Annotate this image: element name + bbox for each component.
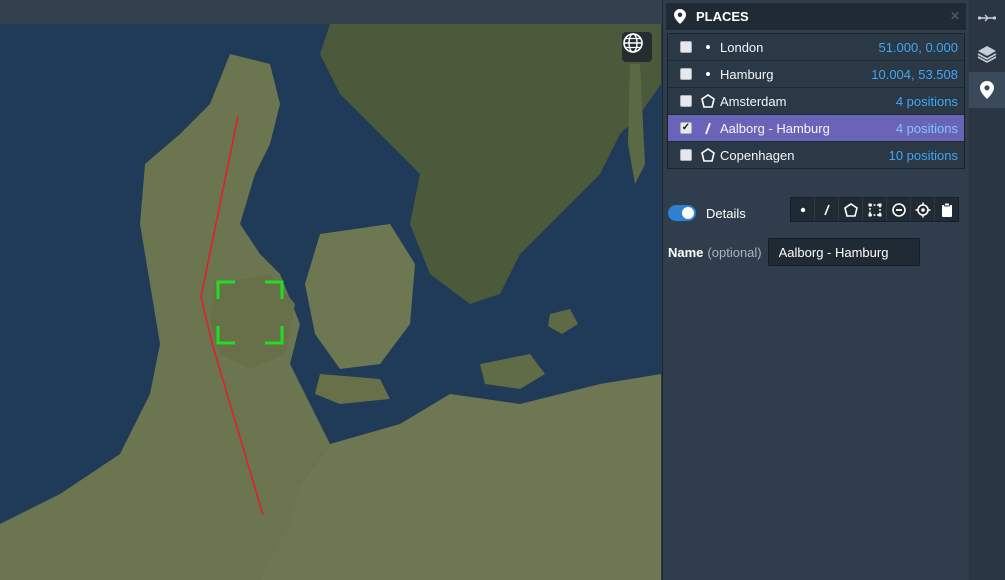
place-name: Aalborg - Hamburg: [720, 120, 830, 136]
close-icon[interactable]: ✕: [950, 9, 960, 23]
line-icon: [700, 120, 716, 136]
place-value: 10.004, 53.508: [871, 66, 958, 82]
place-row-copenhagen[interactable]: Copenhagen 10 positions: [668, 142, 964, 168]
details-label: Details: [706, 205, 746, 221]
panel-header: PLACES ✕: [666, 3, 966, 30]
place-name: Copenhagen: [720, 147, 795, 163]
rectangle-icon: [868, 203, 881, 216]
polygon-icon: [843, 202, 858, 217]
map-pin-icon: [674, 9, 686, 24]
details-toggle[interactable]: [668, 205, 696, 221]
top-strip: [0, 0, 662, 24]
place-row-amsterdam[interactable]: Amsterdam 4 positions: [668, 88, 964, 115]
place-value: 4 positions: [895, 93, 958, 109]
point-icon: [800, 207, 805, 212]
name-optional-hint: (optional): [707, 244, 762, 260]
clipboard-tool-button[interactable]: [935, 198, 958, 221]
route-icon: [977, 14, 997, 22]
locate-tool-button[interactable]: [911, 198, 935, 221]
place-checkbox[interactable]: [680, 68, 692, 80]
places-panel: PLACES ✕ London 51.000, 0.000 Hamburg 10…: [662, 0, 969, 580]
place-name: Hamburg: [720, 66, 774, 82]
place-row-london[interactable]: London 51.000, 0.000: [668, 34, 964, 61]
tab-layers[interactable]: [969, 36, 1005, 72]
tab-places[interactable]: [969, 72, 1005, 108]
place-row-aalborg-hamburg[interactable]: ✓ Aalborg - Hamburg 4 positions: [668, 115, 964, 142]
polygon-icon: [700, 93, 716, 109]
place-value: 51.000, 0.000: [878, 39, 958, 55]
places-list: London 51.000, 0.000 Hamburg 10.004, 53.…: [667, 33, 965, 169]
panel-title: PLACES: [696, 9, 749, 24]
tab-route[interactable]: [969, 0, 1005, 36]
rectangle-tool-button[interactable]: [863, 198, 887, 221]
satellite-map[interactable]: [0, 24, 661, 580]
place-name: Amsterdam: [720, 93, 787, 109]
details-row: Details: [668, 197, 966, 226]
point-icon: [700, 39, 716, 55]
line-icon: [823, 204, 830, 215]
point-tool-button[interactable]: [791, 198, 815, 221]
clipboard-icon: [941, 202, 952, 217]
circle-minus-icon: [891, 202, 906, 217]
globe-button[interactable]: [622, 32, 652, 62]
place-checkbox[interactable]: [680, 149, 692, 161]
map-pin-icon: [980, 81, 994, 99]
place-checkbox[interactable]: ✓: [680, 122, 692, 134]
place-name: London: [720, 39, 764, 55]
name-row: Name (optional): [668, 237, 920, 267]
remove-tool-button[interactable]: [887, 198, 911, 221]
place-checkbox[interactable]: [680, 41, 692, 53]
crosshair-icon: [915, 202, 930, 217]
name-input[interactable]: [767, 238, 920, 266]
point-icon: [700, 66, 716, 82]
drawing-toolbar: [790, 197, 959, 222]
place-value: 10 positions: [888, 147, 958, 163]
place-value: 4 positions: [895, 120, 958, 136]
name-label: Name: [668, 244, 704, 260]
layers-icon: [977, 46, 997, 63]
place-row-hamburg[interactable]: Hamburg 10.004, 53.508: [668, 61, 964, 88]
polygon-icon: [700, 147, 716, 163]
place-checkbox[interactable]: [680, 95, 692, 107]
map-canvas[interactable]: [0, 24, 661, 580]
globe-icon: [623, 33, 643, 53]
polygon-tool-button[interactable]: [839, 198, 863, 221]
side-tab-strip: [969, 0, 1005, 580]
line-tool-button[interactable]: [815, 198, 839, 221]
